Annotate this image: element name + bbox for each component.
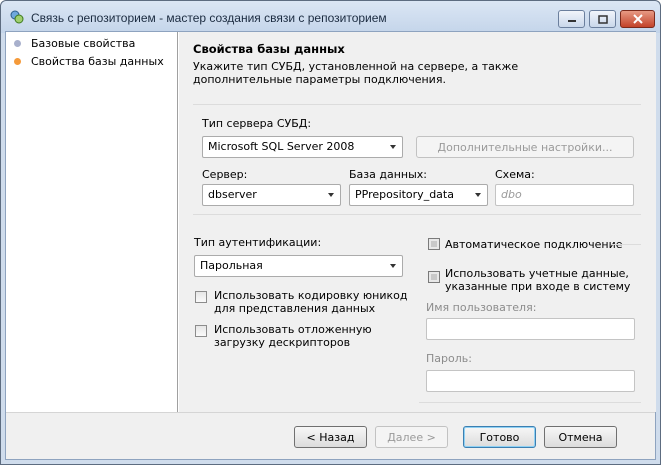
finish-button[interactable]: Готово xyxy=(463,426,536,448)
server-label: Сервер: xyxy=(202,168,248,181)
schema-placeholder: dbo xyxy=(501,188,522,201)
auth-type-value: Парольная xyxy=(200,259,263,272)
title-bar[interactable]: Связь с репозиторием - мастер создания с… xyxy=(1,1,660,33)
wizard-client-area: Базовые свойства Свойства базы данных Св… xyxy=(5,31,656,460)
database-label: База данных: xyxy=(349,168,428,181)
step-basic-properties[interactable]: Базовые свойства xyxy=(14,35,135,51)
server-value: dbserver xyxy=(208,188,257,201)
cancel-button[interactable]: Отмена xyxy=(544,426,617,448)
minimize-icon xyxy=(567,20,576,22)
window-title: Связь с репозиторием - мастер создания с… xyxy=(31,11,387,25)
dbms-type-value: Microsoft SQL Server 2008 xyxy=(208,140,355,153)
maximize-icon xyxy=(597,14,608,24)
deferred-loading-checkbox[interactable] xyxy=(195,325,207,337)
extra-settings-button[interactable]: Дополнительные настройки... xyxy=(416,136,634,158)
auth-type-label: Тип аутентификации: xyxy=(194,236,322,249)
step-database-properties[interactable]: Свойства базы данных xyxy=(14,53,164,69)
unicode-checkbox-label: Использовать кодировку юникод для предст… xyxy=(214,289,408,315)
chevron-down-icon xyxy=(328,193,334,197)
credentials-divider xyxy=(419,402,641,403)
app-icon xyxy=(10,10,24,24)
password-input[interactable] xyxy=(426,370,635,392)
deferred-loading-checkbox-label: Использовать отложенную загрузку дескрип… xyxy=(214,323,372,349)
username-label: Имя пользователя: xyxy=(426,301,537,314)
minimize-button[interactable] xyxy=(558,10,585,28)
schema-label: Схема: xyxy=(495,168,535,181)
next-button[interactable]: Далее > xyxy=(375,426,448,448)
chevron-down-icon xyxy=(475,193,481,197)
back-button[interactable]: < Назад xyxy=(294,426,367,448)
step-label: Свойства базы данных xyxy=(31,54,164,68)
username-input[interactable] xyxy=(426,318,635,340)
wizard-button-bar: < Назад Далее > Готово Отмена xyxy=(6,412,655,459)
database-value: PPrepository_data xyxy=(355,188,454,201)
close-button[interactable] xyxy=(620,10,655,28)
auto-connect-label: Автоматическое подключение xyxy=(445,238,623,251)
chevron-down-icon xyxy=(390,145,396,149)
dbms-type-select[interactable]: Microsoft SQL Server 2008 xyxy=(202,136,403,158)
use-credentials-checkbox[interactable] xyxy=(428,271,440,283)
maximize-button[interactable] xyxy=(589,10,616,28)
page-description: Укажите тип СУБД, установленной на серве… xyxy=(193,60,519,86)
wizard-window: Связь с репозиторием - мастер создания с… xyxy=(0,0,661,465)
step-marker-icon xyxy=(14,39,21,47)
server-select[interactable]: dbserver xyxy=(202,184,341,206)
password-label: Пароль: xyxy=(426,352,472,365)
header-divider xyxy=(193,104,641,105)
steps-pane: Базовые свойства Свойства базы данных xyxy=(6,32,178,412)
auto-connect-checkbox[interactable] xyxy=(428,238,440,250)
dbms-type-label: Тип сервера СУБД: xyxy=(202,117,312,130)
step-label: Базовые свойства xyxy=(31,36,136,50)
page-content: Свойства базы данных Укажите тип СУБД, у… xyxy=(179,32,656,412)
close-icon xyxy=(632,14,643,24)
connection-divider xyxy=(193,214,641,215)
step-marker-icon xyxy=(14,57,21,65)
page-title: Свойства базы данных xyxy=(193,42,345,56)
use-credentials-label: Использовать учетные данные, указанные п… xyxy=(445,267,631,293)
chevron-down-icon xyxy=(390,264,396,268)
auto-connect-divider xyxy=(611,244,641,245)
schema-input[interactable]: dbo xyxy=(495,184,634,206)
auth-type-select[interactable]: Парольная xyxy=(194,255,403,277)
database-select[interactable]: PPrepository_data xyxy=(349,184,488,206)
unicode-checkbox[interactable] xyxy=(195,291,207,303)
